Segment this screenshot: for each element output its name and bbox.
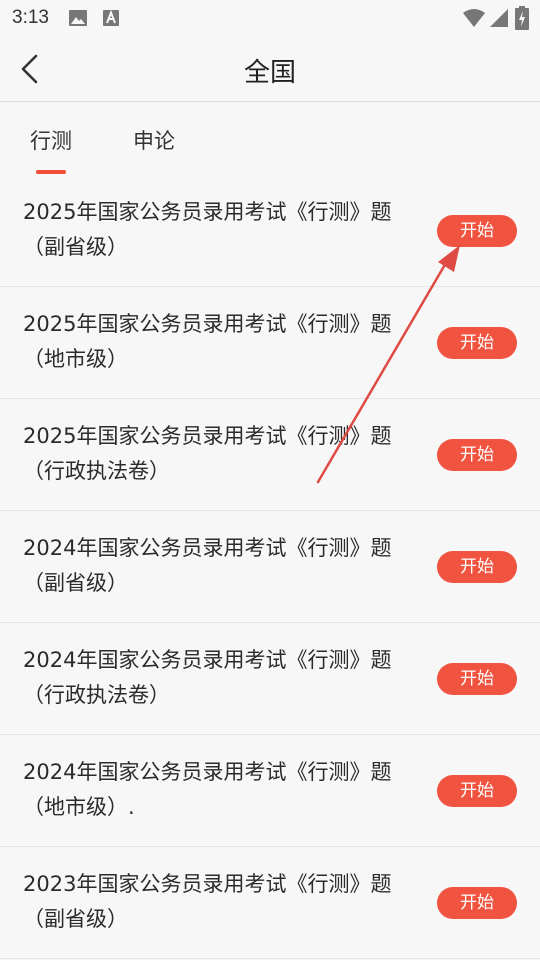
paper-title[interactable]: 2023年国家公务员录用考试《行测》题（副省级）: [23, 867, 408, 937]
start-button[interactable]: 开始: [437, 215, 517, 247]
list-item: 2025年国家公务员录用考试《行测》题（行政执法卷） 开始: [0, 399, 540, 511]
paper-title[interactable]: 2025年国家公务员录用考试《行测》题（行政执法卷）: [23, 419, 408, 489]
start-button[interactable]: 开始: [437, 775, 517, 807]
list-item: 2024年国家公务员录用考试《行测》题（行政执法卷） 开始: [0, 623, 540, 735]
image-notification-icon: [69, 10, 87, 26]
start-button[interactable]: 开始: [437, 887, 517, 919]
list-item: 2025年国家公务员录用考试《行测》题（副省级） 开始: [0, 175, 540, 287]
list-item: 2024年国家公务员录用考试《行测》题（地市级）. 开始: [0, 735, 540, 847]
start-button[interactable]: 开始: [437, 327, 517, 359]
status-time: 3:13: [12, 7, 49, 28]
battery-charging-icon: [515, 6, 529, 30]
paper-title[interactable]: 2024年国家公务员录用考试《行测》题（地市级）.: [23, 755, 408, 825]
tab-shenlun[interactable]: 申论: [133, 125, 175, 155]
start-button[interactable]: 开始: [437, 551, 517, 583]
active-tab-indicator: [36, 170, 66, 174]
list-item: 2025年国家公务员录用考试《行测》题（地市级） 开始: [0, 287, 540, 399]
status-bar: 3:13: [0, 0, 540, 36]
start-button[interactable]: 开始: [437, 663, 517, 695]
list-item: 2024年国家公务员录用考试《行测》题（副省级） 开始: [0, 511, 540, 623]
keyboard-a-notification-icon: [103, 9, 119, 26]
page-title: 全国: [243, 58, 296, 88]
paper-title[interactable]: 2025年国家公务员录用考试《行测》题（副省级）: [23, 195, 408, 265]
paper-title[interactable]: 2024年国家公务员录用考试《行测》题（行政执法卷）: [23, 643, 408, 713]
paper-title[interactable]: 2025年国家公务员录用考试《行测》题（地市级）: [23, 307, 408, 377]
cell-signal-icon: [490, 9, 508, 27]
header: 全国: [0, 36, 540, 102]
start-button[interactable]: 开始: [437, 439, 517, 471]
tab-xingce[interactable]: 行测: [30, 125, 72, 155]
tab-bar: 行测 申论: [0, 103, 540, 175]
paper-title[interactable]: 2024年国家公务员录用考试《行测》题（副省级）: [23, 531, 408, 601]
list-item: 2023年国家公务员录用考试《行测》题（副省级） 开始: [0, 847, 540, 959]
wifi-icon: [463, 9, 485, 27]
paper-list: 2025年国家公务员录用考试《行测》题（副省级） 开始 2025年国家公务员录用…: [0, 175, 540, 959]
